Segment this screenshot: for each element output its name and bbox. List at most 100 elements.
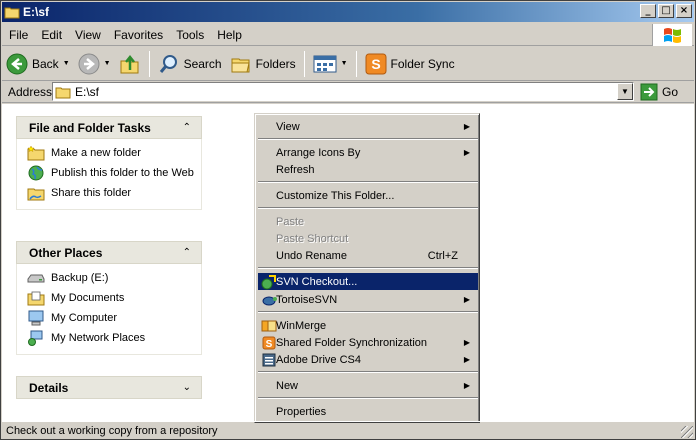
menu-tools[interactable]: Tools xyxy=(170,28,210,42)
drive-icon xyxy=(27,274,45,283)
place-my-network-places[interactable]: My Network Places xyxy=(27,330,201,346)
chevron-down-icon[interactable]: ▼ xyxy=(341,60,348,67)
menu-separator xyxy=(258,311,478,313)
window-title: E:\sf xyxy=(23,5,50,19)
toolbar-separator xyxy=(303,50,305,77)
ctx-properties[interactable]: Properties xyxy=(258,403,478,420)
chevron-down-icon[interactable]: ⌄ xyxy=(183,382,191,393)
menu-separator xyxy=(258,397,478,399)
back-button[interactable]: Back ▼ xyxy=(2,50,74,78)
up-folder-button[interactable] xyxy=(115,50,145,78)
ctx-paste: Paste xyxy=(276,215,305,228)
network-icon xyxy=(28,330,43,346)
ctx-customize-folder[interactable]: Customize This Folder... xyxy=(258,187,478,204)
other-places-header[interactable]: Other Places ⌃ xyxy=(16,241,202,264)
ctx-paste-shortcut: Paste Shortcut xyxy=(276,232,349,245)
minimize-button[interactable]: _ xyxy=(640,4,656,18)
toolbar: Back ▼ ▼ Search Folders ▼ S Folder Sync xyxy=(2,47,694,81)
task-share-folder[interactable]: Share this folder xyxy=(27,185,201,201)
chevron-up-icon[interactable]: ⌃ xyxy=(183,247,191,258)
folder-icon xyxy=(55,87,71,98)
ctx-view[interactable]: View ▶ xyxy=(258,118,478,135)
ctx-shared-folder-sync[interactable]: S Shared Folder Synchronization ▶ xyxy=(258,334,478,351)
search-icon xyxy=(159,54,177,73)
go-arrow-icon xyxy=(640,83,658,100)
ctx-undo-rename[interactable]: Undo Rename Ctrl+Z xyxy=(258,247,478,264)
menu-help[interactable]: Help xyxy=(211,28,248,42)
folders-button[interactable]: Folders xyxy=(226,50,300,78)
ctx-tortoisesvn[interactable]: TortoiseSVN ▶ xyxy=(258,291,478,308)
computer-icon xyxy=(28,310,44,326)
menu-separator xyxy=(258,181,478,183)
address-label: Address xyxy=(8,84,53,99)
chevron-down-icon[interactable]: ▼ xyxy=(104,60,111,67)
menu-separator xyxy=(258,207,478,209)
details-panel: Details ⌄ xyxy=(16,376,202,399)
globe-icon xyxy=(28,165,44,181)
folder-sync-icon: S xyxy=(365,53,387,74)
task-publish-folder[interactable]: Publish this folder to the Web xyxy=(27,165,201,181)
menu-favorites[interactable]: Favorites xyxy=(108,28,169,42)
ctx-winmerge[interactable]: WinMerge xyxy=(258,317,478,334)
winmerge-icon xyxy=(261,320,277,332)
title-bar[interactable]: E:\sf _ □ × xyxy=(2,2,694,22)
submenu-arrow-icon: ▶ xyxy=(463,355,470,364)
file-folder-tasks-panel: File and Folder Tasks ⌃ Make a new folde… xyxy=(16,116,202,210)
ctx-new[interactable]: New ▶ xyxy=(258,377,478,394)
resize-grip[interactable] xyxy=(681,426,693,438)
context-menu: View ▶ Arrange Icons By ▶ Refresh Custom… xyxy=(254,113,480,423)
explorer-window: E:\sf _ □ × File Edit View Favorites Too… xyxy=(0,0,696,440)
views-button[interactable]: ▼ xyxy=(309,50,352,78)
chevron-down-icon[interactable]: ▼ xyxy=(63,60,70,67)
submenu-arrow-icon: ▶ xyxy=(463,148,470,157)
documents-folder-icon xyxy=(27,291,45,306)
svg-text:S: S xyxy=(371,56,380,72)
menu-bar: File Edit View Favorites Tools Help xyxy=(2,24,694,46)
toolbar-separator xyxy=(148,50,150,77)
folder-sync-button[interactable]: S Folder Sync xyxy=(361,50,459,78)
chevron-up-icon[interactable]: ⌃ xyxy=(183,122,191,133)
address-dropdown-button[interactable]: ▼ xyxy=(617,83,633,100)
toolbar-separator xyxy=(355,50,357,77)
place-my-documents[interactable]: My Documents xyxy=(27,290,201,306)
submenu-arrow-icon: ▶ xyxy=(463,122,470,131)
submenu-arrow-icon: ▶ xyxy=(463,295,470,304)
details-header[interactable]: Details ⌄ xyxy=(16,376,202,399)
maximize-button[interactable]: □ xyxy=(658,4,674,18)
submenu-arrow-icon: ▶ xyxy=(463,338,470,347)
menu-file[interactable]: File xyxy=(3,28,34,42)
menu-separator xyxy=(258,138,478,140)
other-places-panel: Other Places ⌃ Backup (E:) My Documents … xyxy=(16,241,202,355)
file-folder-tasks-header[interactable]: File and Folder Tasks ⌃ xyxy=(16,116,202,139)
search-button[interactable]: Search xyxy=(154,50,226,78)
shared-folder-icon xyxy=(27,188,45,201)
ctx-adobe-drive[interactable]: Adobe Drive CS4 ▶ xyxy=(258,351,478,368)
forward-button[interactable]: ▼ xyxy=(74,50,115,78)
address-input[interactable]: E:\sf ▼ xyxy=(52,82,634,101)
folder-sync-icon: S xyxy=(262,336,276,350)
ctx-arrange-icons[interactable]: Arrange Icons By ▶ xyxy=(258,144,478,161)
folder-icon xyxy=(231,58,250,72)
shortcut-text: Ctrl+Z xyxy=(427,249,458,262)
ctx-refresh[interactable]: Refresh xyxy=(258,161,478,178)
task-make-new-folder[interactable]: Make a new folder xyxy=(27,145,201,161)
ctx-svn-checkout[interactable]: SVN Checkout... xyxy=(258,273,478,290)
svn-checkout-icon xyxy=(261,275,276,290)
close-button[interactable]: × xyxy=(676,4,692,18)
windows-logo-icon xyxy=(652,24,692,46)
address-bar: Address E:\sf ▼ Go xyxy=(2,81,694,103)
menu-view[interactable]: View xyxy=(69,28,107,42)
back-arrow-icon xyxy=(6,53,28,74)
place-backup-drive[interactable]: Backup (E:) xyxy=(27,270,201,286)
go-button[interactable]: Go xyxy=(640,83,678,101)
menu-separator xyxy=(258,267,478,269)
svg-text:S: S xyxy=(266,339,273,350)
up-folder-icon xyxy=(120,54,139,73)
menu-edit[interactable]: Edit xyxy=(35,28,68,42)
place-my-computer[interactable]: My Computer xyxy=(27,310,201,326)
status-text: Check out a working copy from a reposito… xyxy=(6,424,218,437)
forward-arrow-icon xyxy=(78,53,100,74)
submenu-arrow-icon: ▶ xyxy=(463,381,470,390)
address-value: E:\sf xyxy=(75,84,100,99)
tortoise-icon xyxy=(262,296,277,306)
